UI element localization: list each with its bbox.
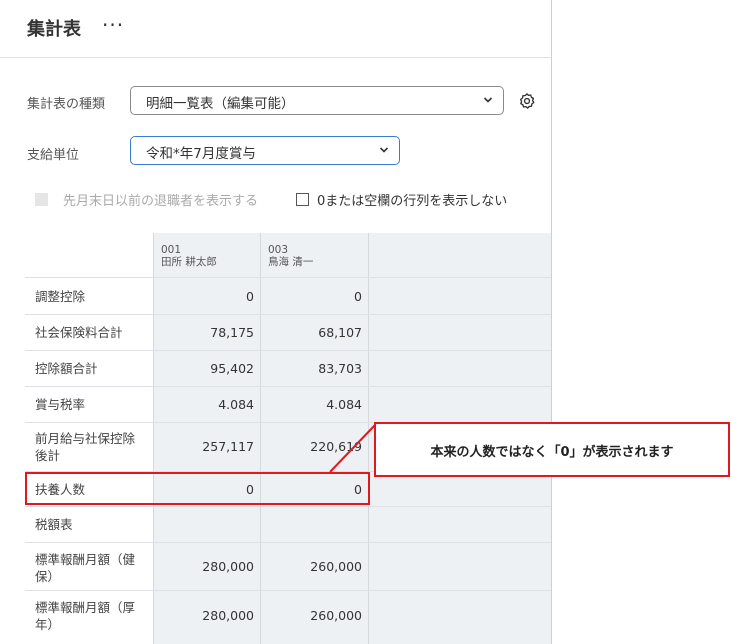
callout-leader-line	[329, 423, 377, 473]
callout-box: 本来の人数ではなく「0」が表示されます	[374, 422, 730, 477]
callout-text: 本来の人数ではなく「0」が表示されます	[430, 445, 674, 460]
